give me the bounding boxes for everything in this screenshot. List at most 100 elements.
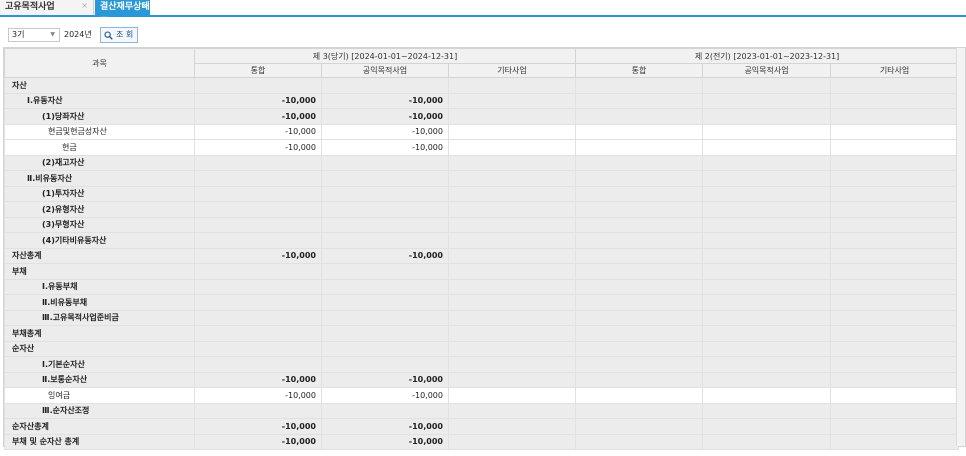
amount-cell (575, 294, 704, 311)
account-cell: 부채 및 순자산 총계 (4, 433, 195, 450)
table-row[interactable]: 순자산총계 -10,000 -10,000 (4, 418, 960, 435)
tab-label: 고유목적사업 (5, 2, 55, 12)
amount-cell (321, 402, 449, 419)
search-button[interactable]: 조 회 (100, 27, 138, 43)
amount-cell (575, 309, 704, 326)
table-row[interactable]: (2)유형자산 (4, 201, 960, 218)
table-row[interactable]: (3)무형자산 (4, 216, 960, 233)
account-cell: Ⅱ.보통순자산 (4, 371, 195, 388)
amount-cell (830, 92, 960, 109)
amount-cell (447, 263, 577, 280)
table-row[interactable]: (2)재고자산 (4, 154, 960, 171)
amount-cell (194, 356, 322, 373)
amount-cell (447, 247, 577, 264)
table-row[interactable]: 자산 (4, 77, 960, 94)
table-body: 자산 Ⅰ.유동자산 -10,000 -10,000 (1)당좌자산 -10,000 -10,… (4, 77, 960, 450)
amount-cell (321, 154, 449, 171)
amount-cell (830, 371, 960, 388)
table-row[interactable]: 현금및현금성자산 -10,000 -10,000 (4, 123, 960, 140)
amount-cell (321, 278, 449, 295)
table-row[interactable]: 현금 -10,000 -10,000 (4, 139, 960, 156)
table-row[interactable]: Ⅲ.순자산조정 (4, 402, 960, 419)
account-header: 과목 (4, 48, 195, 78)
table-row[interactable]: Ⅲ.고유목적사업준비금 (4, 309, 960, 326)
amount-cell (575, 247, 704, 264)
account-cell: (4)기타비유동자산 (4, 232, 195, 249)
amount-cell (447, 185, 577, 202)
amount-cell (702, 201, 832, 218)
amount-cell: -10,000 (194, 92, 322, 109)
tab-goyu-mokjeok-saeop[interactable]: 고유목적사업 × (0, 0, 94, 15)
table-row[interactable]: Ⅱ.비유동자산 (4, 170, 960, 187)
tab-balance-sheet[interactable]: 결산재무상태표 × (95, 0, 150, 27)
amount-cell (321, 309, 449, 326)
amount-cell (194, 216, 322, 233)
amount-cell (575, 154, 704, 171)
balance-sheet-table: 과목 제 3(당기) [2024-01-01~2024-12-31] 제 2(전… (4, 48, 960, 450)
table-row[interactable]: Ⅰ.유동부채 (4, 278, 960, 295)
table-row[interactable]: 부채총계 (4, 325, 960, 342)
amount-cell (830, 108, 960, 125)
table-row[interactable]: 자산총계 -10,000 -10,000 (4, 247, 960, 264)
amount-cell (702, 356, 832, 373)
chevron-down-icon[interactable]: ▼ (50, 29, 55, 41)
account-cell: Ⅰ.기본순자산 (4, 356, 195, 373)
close-icon[interactable]: × (141, 0, 148, 13)
table-row[interactable]: (1)투자자산 (4, 185, 960, 202)
amount-cell (575, 108, 704, 125)
amount-cell (702, 263, 832, 280)
table-row[interactable]: 부채 (4, 263, 960, 280)
amount-cell: -10,000 (321, 108, 449, 125)
previous-period-header: 제 2(전기) [2023-01-01~2023-12-31] (575, 48, 960, 64)
amount-cell (447, 433, 577, 450)
amount-cell (194, 294, 322, 311)
table-row[interactable]: 순자산 (4, 340, 960, 357)
table-row[interactable]: Ⅱ.보통순자산 -10,000 -10,000 (4, 371, 960, 388)
table-row[interactable]: Ⅱ.비유동부채 (4, 294, 960, 311)
amount-cell (447, 123, 577, 140)
amount-cell (575, 325, 704, 342)
account-cell: 현금 (4, 139, 195, 156)
amount-cell: -10,000 (194, 123, 322, 140)
amount-cell (575, 139, 704, 156)
amount-cell (830, 294, 960, 311)
amount-cell (830, 247, 960, 264)
amount-cell (447, 402, 577, 419)
amount-cell (447, 139, 577, 156)
amount-cell (447, 325, 577, 342)
vertical-scrollbar[interactable] (956, 48, 965, 446)
amount-cell (830, 185, 960, 202)
amount-cell (194, 325, 322, 342)
account-cell: (3)무형자산 (4, 216, 195, 233)
amount-cell (702, 216, 832, 233)
table-row[interactable]: Ⅰ.유동자산 -10,000 -10,000 (4, 92, 960, 109)
amount-cell: -10,000 (194, 371, 322, 388)
amount-cell (447, 154, 577, 171)
table-row[interactable]: 부채 및 순자산 총계 -10,000 -10,000 (4, 433, 960, 450)
close-icon[interactable]: × (81, 0, 88, 13)
toolbar: 3기 ▼ 2024년 조 회 (0, 26, 300, 44)
amount-cell (575, 340, 704, 357)
account-cell: (1)투자자산 (4, 185, 195, 202)
account-cell: Ⅰ.유동자산 (4, 92, 195, 109)
table-row[interactable]: Ⅰ.기본순자산 (4, 356, 960, 373)
amount-cell (702, 418, 832, 435)
amount-cell (830, 232, 960, 249)
period-select[interactable]: 3기 ▼ (8, 28, 60, 42)
column-header-other: 기타사업 (447, 63, 577, 78)
tab-bar: 고유목적사업 × 결산재무상태표 × (0, 0, 966, 27)
amount-cell (830, 433, 960, 450)
amount-cell (447, 108, 577, 125)
amount-cell (830, 216, 960, 233)
amount-cell (447, 278, 577, 295)
table-row[interactable]: (1)당좌자산 -10,000 -10,000 (4, 108, 960, 125)
amount-cell (830, 139, 960, 156)
table-row[interactable]: (4)기타비유동자산 (4, 232, 960, 249)
amount-cell: -10,000 (321, 387, 449, 404)
amount-cell (702, 139, 832, 156)
table-row[interactable]: 잉여금 -10,000 -10,000 (4, 387, 960, 404)
amount-cell: -10,000 (194, 247, 322, 264)
amount-cell (194, 154, 322, 171)
amount-cell (447, 356, 577, 373)
amount-cell (830, 387, 960, 404)
